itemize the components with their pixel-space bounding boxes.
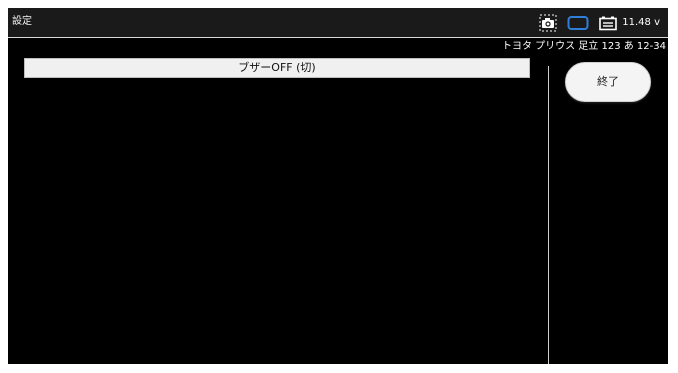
vehicle-info: トヨタ プリウス 足立 123 あ 12-34 <box>501 41 666 52</box>
page-title: 設定 <box>12 16 32 27</box>
status-area: 11.48 v <box>539 13 660 33</box>
title-bar: 設定 11.48 v <box>8 8 668 38</box>
battery-icon <box>599 15 618 31</box>
buzzer-off-item[interactable]: ブザーOFF (切) <box>24 58 530 78</box>
battery-voltage: 11.48 v <box>622 17 660 28</box>
monitor-icon[interactable] <box>567 15 589 31</box>
end-button[interactable]: 終了 <box>565 62 651 102</box>
vehicle-info-bar: トヨタ プリウス 足立 123 あ 12-34 <box>8 38 668 56</box>
camera-icon[interactable] <box>539 14 557 32</box>
settings-list: ブザーOFF (切) <box>8 56 548 364</box>
app-screen: 設定 11.48 v トヨタ プリウス 足立 123 あ 12-34 ブザーOF… <box>8 8 668 364</box>
side-panel: 終了 <box>549 56 668 364</box>
